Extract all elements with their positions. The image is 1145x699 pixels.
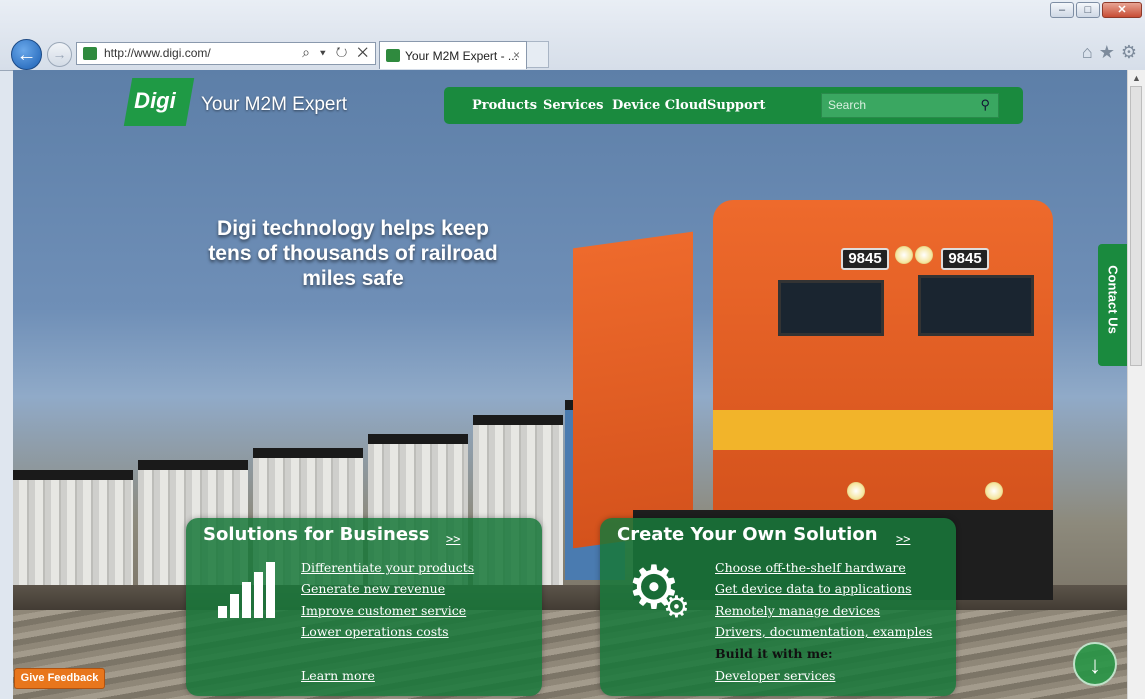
link-improve-service[interactable]: Improve customer service xyxy=(301,603,466,618)
tab-title: Your M2M Expert - ... xyxy=(405,49,518,63)
search-input[interactable]: Search ⚲ xyxy=(821,93,999,118)
link-lower-costs[interactable]: Lower operations costs xyxy=(301,624,449,639)
site-tagline: Your M2M Expert xyxy=(201,94,348,115)
search-placeholder: Search xyxy=(828,98,867,112)
link-choose-hardware[interactable]: Choose off-the-shelf hardware xyxy=(715,560,906,575)
close-window-button[interactable]: ✕ xyxy=(1102,2,1142,18)
link-device-data[interactable]: Get device data to applications xyxy=(715,581,912,596)
own-more-link[interactable]: >> xyxy=(896,532,910,546)
forward-button[interactable]: → xyxy=(47,42,72,67)
minimize-button[interactable]: – xyxy=(1050,2,1074,18)
web-page: 9845 9845 Digi Your M2M Expert Products … xyxy=(13,70,1128,699)
tab-favicon-icon xyxy=(386,49,400,62)
nav-services[interactable]: Services xyxy=(543,98,604,113)
loco-number-right: 9845 xyxy=(941,248,989,270)
nav-support[interactable]: Support xyxy=(707,98,766,113)
logo-text: Digi xyxy=(134,88,176,113)
nav-device-cloud[interactable]: Device Cloud xyxy=(612,98,707,113)
link-developer-services[interactable]: Developer services xyxy=(715,668,835,683)
maximize-button[interactable]: □ xyxy=(1076,2,1100,18)
give-feedback-button[interactable]: Give Feedback xyxy=(14,668,105,689)
main-nav: Products Services Device Cloud Support S… xyxy=(444,87,1023,124)
nav-products[interactable]: Products xyxy=(472,98,537,113)
new-tab-button[interactable] xyxy=(527,41,549,68)
digi-logo[interactable]: Digi xyxy=(123,78,195,126)
loco-number-left: 9845 xyxy=(841,248,889,270)
solutions-business-card: Solutions for Business >> Differentiate … xyxy=(186,518,542,696)
create-solution-card: Create Your Own Solution >> ⚙ ⚙ Choose o… xyxy=(600,518,956,696)
hero-headline: Digi technology helps keep tens of thous… xyxy=(208,217,498,290)
contact-us-label: Contact Us xyxy=(1105,265,1121,334)
favicon-icon xyxy=(83,47,97,60)
window-controls: – □ ✕ xyxy=(1048,2,1142,20)
toolbar-icons: ⌂ ★ ⚙ xyxy=(1082,42,1137,63)
search-icon[interactable]: ⚲ xyxy=(980,97,990,113)
card-title-business[interactable]: Solutions for Business xyxy=(203,524,429,545)
address-url[interactable]: http://www.digi.com/ xyxy=(104,46,211,60)
scroll-down-arrow-icon[interactable]: ↓ xyxy=(1073,642,1117,686)
link-learn-more[interactable]: Learn more xyxy=(301,668,375,683)
link-generate-revenue[interactable]: Generate new revenue xyxy=(301,581,445,596)
favorites-star-icon[interactable]: ★ xyxy=(1099,42,1115,63)
link-remotely-manage[interactable]: Remotely manage devices xyxy=(715,603,880,618)
build-it-label: Build it with me: xyxy=(715,646,833,661)
card-title-own[interactable]: Create Your Own Solution xyxy=(617,524,878,545)
ballast-ground xyxy=(13,610,1128,699)
address-actions[interactable]: ⌕ ▾ ↻ ✕ xyxy=(302,44,371,61)
small-gear-icon: ⚙ xyxy=(663,591,690,624)
scroll-up-icon[interactable]: ▲ xyxy=(1128,70,1145,86)
browser-tab[interactable]: Your M2M Expert - ... × xyxy=(379,41,527,69)
contact-us-tab[interactable]: Contact Us xyxy=(1098,244,1128,366)
link-drivers-docs[interactable]: Drivers, documentation, examples xyxy=(715,624,932,639)
signal-bars-icon xyxy=(218,562,278,618)
business-more-link[interactable]: >> xyxy=(446,532,460,546)
vertical-scrollbar[interactable]: ▲ xyxy=(1127,70,1145,699)
back-button[interactable]: ← xyxy=(11,39,42,70)
browser-chrome: – □ ✕ ← → http://www.digi.com/ ⌕ ▾ ↻ ✕ Y… xyxy=(0,0,1145,71)
tab-close-icon[interactable]: × xyxy=(513,48,520,62)
address-bar[interactable]: http://www.digi.com/ ⌕ ▾ ↻ ✕ xyxy=(76,42,376,65)
scroll-thumb[interactable] xyxy=(1130,86,1142,366)
tools-gear-icon[interactable]: ⚙ xyxy=(1121,42,1137,63)
home-icon[interactable]: ⌂ xyxy=(1082,42,1093,63)
link-differentiate[interactable]: Differentiate your products xyxy=(301,560,474,575)
